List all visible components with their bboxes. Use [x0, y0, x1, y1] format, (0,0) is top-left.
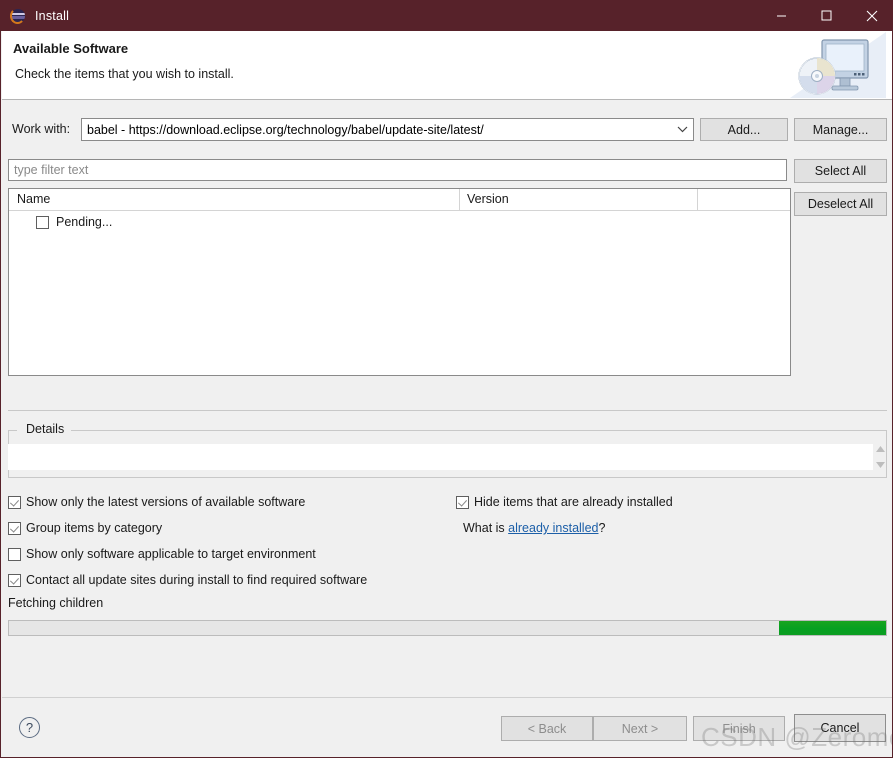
select-all-button[interactable]: Select All — [794, 159, 887, 183]
checkbox-label: Group items by category — [26, 521, 163, 535]
back-button[interactable]: < Back — [501, 716, 593, 741]
title-bar: Install — [1, 0, 892, 31]
progress-bar-chunk — [779, 621, 886, 635]
checkbox-box — [8, 547, 21, 561]
checkbox-applicable-to-target-environment[interactable]: Show only software applicable to target … — [8, 547, 316, 561]
eclipse-icon — [10, 7, 27, 24]
software-tree[interactable]: Name Version Pending... — [8, 188, 791, 376]
work-with-label: Work with: — [12, 122, 71, 136]
filter-input[interactable] — [8, 159, 787, 181]
checkbox-group-by-category[interactable]: Group items by category — [8, 521, 162, 535]
checkbox-box — [8, 573, 21, 587]
details-text — [8, 444, 873, 470]
work-with-value: babel - https://download.eclipse.org/tec… — [87, 122, 484, 137]
whatis-prefix: What is — [463, 521, 509, 535]
checkbox-box — [8, 521, 21, 535]
checkbox-contact-all-update-sites[interactable]: Contact all update sites during install … — [8, 573, 367, 587]
deselect-all-button[interactable]: Deselect All — [794, 192, 887, 216]
scroll-up-icon — [875, 446, 885, 452]
tree-header: Name Version — [9, 189, 790, 211]
divider — [8, 410, 887, 411]
progress-bar — [8, 620, 887, 636]
checkbox-box — [8, 495, 21, 509]
work-with-combo[interactable]: babel - https://download.eclipse.org/tec… — [81, 118, 694, 141]
page-title: Available Software — [13, 41, 129, 56]
row-checkbox[interactable] — [36, 215, 49, 229]
maximize-icon[interactable] — [804, 0, 849, 31]
column-header-version[interactable]: Version — [459, 189, 697, 210]
details-scrollbar[interactable] — [873, 444, 887, 470]
page-subtitle: Check the items that you wish to install… — [15, 67, 234, 81]
help-icon[interactable]: ? — [19, 717, 40, 738]
checkbox-label: Hide items that are already installed — [474, 495, 673, 509]
what-is-already-installed: What is already installed? — [463, 521, 605, 535]
checkbox-hide-already-installed[interactable]: Hide items that are already installed — [456, 495, 673, 509]
footer-divider — [2, 697, 892, 698]
checkbox-label: Show only software applicable to target … — [26, 547, 316, 561]
scroll-down-icon — [875, 462, 885, 468]
checkbox-show-latest-versions[interactable]: Show only the latest versions of availab… — [8, 495, 305, 509]
checkbox-box — [456, 495, 469, 509]
chevron-down-icon — [671, 126, 693, 133]
table-row[interactable]: Pending... — [9, 211, 790, 233]
dialog-header: Available Software Check the items that … — [2, 31, 892, 100]
window-controls — [759, 0, 892, 31]
column-header-spacer — [697, 189, 790, 210]
monitor-cd-icon — [790, 32, 886, 98]
window-title: Install — [35, 8, 70, 23]
status-message: Fetching children — [8, 596, 104, 610]
checkbox-label: Contact all update sites during install … — [26, 573, 368, 587]
column-header-name[interactable]: Name — [9, 189, 459, 210]
row-name: Pending... — [56, 215, 113, 229]
add-button[interactable]: Add... — [700, 118, 788, 141]
next-button[interactable]: Next > — [593, 716, 687, 741]
close-icon[interactable] — [849, 0, 892, 31]
cancel-button[interactable]: Cancel — [794, 714, 886, 742]
already-installed-link[interactable]: already installed — [508, 521, 598, 535]
details-legend: Details — [23, 422, 68, 436]
minimize-icon[interactable] — [759, 0, 804, 31]
whatis-suffix: ? — [598, 521, 606, 535]
manage-button[interactable]: Manage... — [794, 118, 887, 141]
install-dialog: Install Available Software Check the ite… — [0, 0, 893, 758]
checkbox-label: Show only the latest versions of availab… — [26, 495, 306, 509]
finish-button[interactable]: Finish — [693, 716, 785, 741]
